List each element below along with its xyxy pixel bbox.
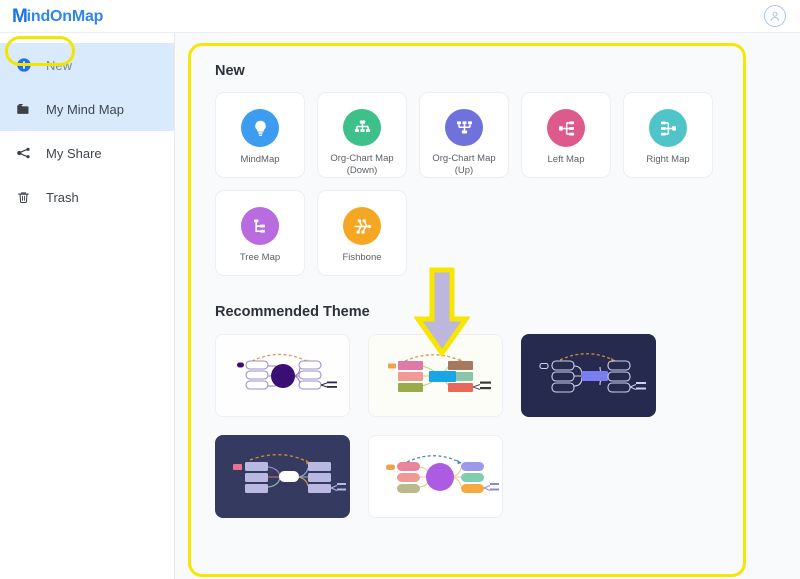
user-circle-icon bbox=[768, 9, 782, 23]
org-chart-up-icon bbox=[445, 109, 483, 146]
fishbone-icon bbox=[343, 207, 381, 245]
tree-map-icon bbox=[241, 207, 279, 245]
template-card-tree-map[interactable]: Tree Map bbox=[215, 190, 305, 276]
template-card-label: MindMap bbox=[237, 154, 282, 166]
sidebar-item-my-mind-map[interactable]: My Mind Map bbox=[0, 87, 174, 131]
template-card-grid: MindMap Org-Chart Map (D bbox=[215, 92, 760, 276]
template-card-label: Tree Map bbox=[237, 252, 283, 264]
recommended-theme-title: Recommended Theme bbox=[215, 304, 760, 320]
plus-circle-icon bbox=[14, 57, 33, 73]
trash-icon bbox=[14, 190, 33, 205]
sidebar-item-new[interactable]: New bbox=[0, 43, 174, 87]
logo-mark: M bbox=[12, 7, 28, 26]
sidebar-item-my-share[interactable]: My Share bbox=[0, 131, 174, 175]
theme-thumb-light-blue-bar[interactable] bbox=[368, 334, 503, 417]
org-chart-down-icon bbox=[343, 109, 381, 146]
sidebar-item-label: New bbox=[46, 58, 72, 73]
main-content: New MindMap bbox=[175, 33, 800, 579]
template-card-label: Left Map bbox=[545, 154, 588, 166]
template-card-label: Org-Chart Map (Down) bbox=[318, 153, 406, 177]
template-card-label: Fishbone bbox=[339, 252, 384, 264]
template-card-right-map[interactable]: Right Map bbox=[623, 92, 713, 178]
app-header: MindOnMap bbox=[0, 0, 800, 33]
template-card-left-map[interactable]: Left Map bbox=[521, 92, 611, 178]
theme-thumb-light-violet-circle[interactable] bbox=[368, 435, 503, 518]
theme-thumb-dark-periwinkle-bar[interactable] bbox=[521, 334, 656, 417]
template-card-org-chart-down[interactable]: Org-Chart Map (Down) bbox=[317, 92, 407, 178]
panel-inner: New MindMap bbox=[189, 45, 786, 518]
sidebar: New My Mind Map bbox=[0, 33, 175, 579]
logo-text: indOnMap bbox=[27, 8, 104, 26]
template-card-org-chart-up[interactable]: Org-Chart Map (Up) bbox=[419, 92, 509, 178]
theme-thumb-light-purple-circle[interactable] bbox=[215, 334, 350, 417]
app-root: MindOnMap New bbox=[0, 0, 800, 579]
user-account-button[interactable] bbox=[764, 5, 786, 27]
share-nodes-icon bbox=[14, 145, 33, 161]
sidebar-item-label: Trash bbox=[46, 190, 79, 205]
theme-grid bbox=[215, 334, 760, 518]
template-card-label: Org-Chart Map (Up) bbox=[420, 153, 508, 177]
sidebar-item-trash[interactable]: Trash bbox=[0, 175, 174, 219]
folder-icon bbox=[14, 102, 33, 117]
sidebar-item-label: My Mind Map bbox=[46, 102, 124, 117]
sidebar-item-label: My Share bbox=[46, 146, 102, 161]
new-section-title: New bbox=[215, 63, 760, 79]
body-row: New My Mind Map bbox=[0, 33, 800, 579]
left-map-icon bbox=[547, 109, 585, 147]
template-card-mindmap[interactable]: MindMap bbox=[215, 92, 305, 178]
app-logo[interactable]: MindOnMap bbox=[12, 6, 103, 26]
template-card-label: Right Map bbox=[643, 154, 692, 166]
right-map-icon bbox=[649, 109, 687, 147]
theme-thumb-dark-white-node[interactable] bbox=[215, 435, 350, 518]
lightbulb-icon bbox=[241, 109, 279, 147]
template-card-fishbone[interactable]: Fishbone bbox=[317, 190, 407, 276]
